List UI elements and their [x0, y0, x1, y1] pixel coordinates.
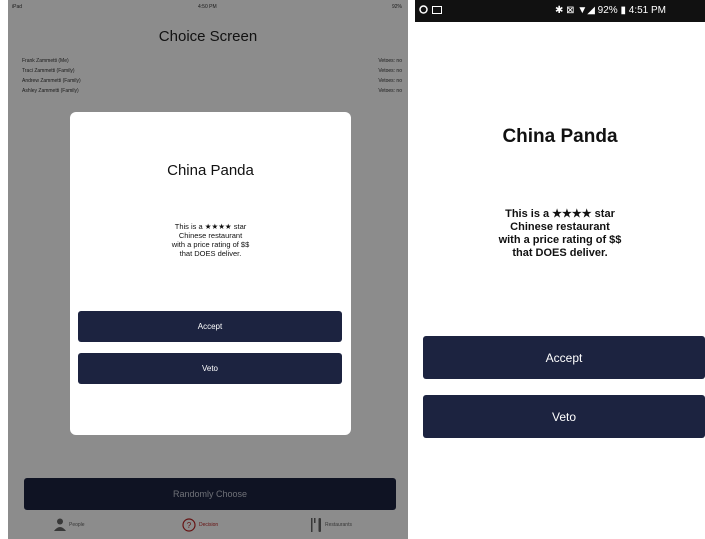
android-screen: ✱ ⊠ ▼◢ 92% ▮ 4:51 PM China Panda This is…	[415, 0, 705, 539]
description-line: This is a ★★★★ star	[174, 222, 247, 231]
status-right: ✱ ⊠ ▼◢ 92% ▮ 4:51 PM	[555, 5, 666, 16]
restaurant-choice-dialog: China Panda This is a ★★★★ star Chinese …	[70, 112, 351, 435]
restaurant-description: This is a ★★★★ star Chinese restaurant w…	[110, 222, 311, 258]
description-line: This is a ★★★★ star	[505, 208, 615, 220]
accept-button[interactable]: Accept	[78, 311, 342, 342]
description-line: that DOES deliver.	[179, 249, 242, 258]
description-line: Chinese restaurant	[510, 221, 610, 233]
restaurant-description: This is a ★★★★ star Chinese restaurant w…	[455, 208, 665, 260]
android-status-bar: ✱ ⊠ ▼◢ 92% ▮ 4:51 PM	[415, 0, 705, 22]
description-line: that DOES deliver.	[512, 247, 608, 259]
veto-button[interactable]: Veto	[78, 353, 342, 384]
description-line: with a price rating of $$	[498, 234, 622, 246]
notification-icons	[419, 5, 442, 14]
ipad-screen: iPad 4:50 PM 92% Choice Screen Frank Zam…	[8, 0, 408, 539]
description-line: Chinese restaurant	[178, 231, 243, 240]
accept-button[interactable]: Accept	[423, 336, 705, 379]
restaurant-name: China Panda	[167, 162, 254, 179]
description-line: with a price rating of $$	[171, 240, 250, 249]
notification-circle-icon	[419, 5, 428, 14]
restaurant-name: China Panda	[502, 126, 618, 147]
veto-button[interactable]: Veto	[423, 395, 705, 438]
image-notification-icon	[432, 5, 442, 14]
